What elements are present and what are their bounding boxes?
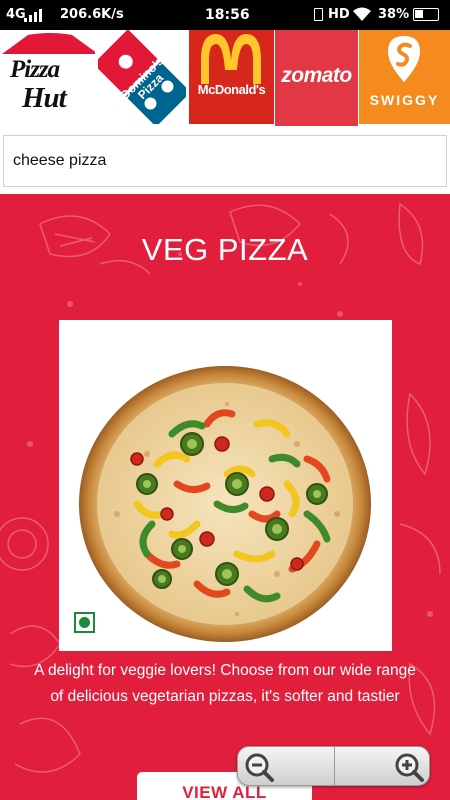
brand-strip: Pizza Hut Domino's Pizza McDonald's zoma… <box>0 30 450 126</box>
zomato-logo[interactable]: zomato <box>275 30 358 126</box>
battery-icon <box>413 8 439 21</box>
hd-indicator: HD <box>328 7 350 22</box>
network-speed: 206.6K/s <box>60 7 124 22</box>
pizza-card[interactable] <box>59 320 392 651</box>
veg-pizza-section: VEG PIZZA A delight for veggie lovers! C… <box>0 194 450 800</box>
mcdonalds-label: McDonald's <box>197 82 266 97</box>
mcdonalds-logo[interactable]: McDonald's <box>189 30 274 124</box>
section-title: VEG PIZZA <box>141 232 309 267</box>
swiggy-label: SWIGGY <box>369 92 440 108</box>
pizza-hut-logo[interactable]: Pizza Hut <box>0 30 95 124</box>
battery-saver-icon <box>314 8 323 21</box>
zomato-label: zomato <box>281 64 352 87</box>
clock: 18:56 <box>205 7 250 23</box>
swiggy-pin-icon <box>388 36 420 82</box>
zoom-in-button[interactable] <box>334 747 430 785</box>
zoom-in-icon <box>395 753 424 782</box>
section-description: A delight for veggie lovers! Choose from… <box>34 662 416 705</box>
pizza-hut-roof-icon <box>2 33 95 54</box>
status-bar: 4G 206.6K/s 18:56 HD 38% <box>0 0 450 30</box>
network-type: 4G <box>6 7 26 22</box>
zoom-controls <box>237 746 430 786</box>
veg-pizza-image <box>79 366 371 642</box>
dominos-logo[interactable]: Domino's Pizza <box>94 30 186 124</box>
zoom-out-button[interactable] <box>238 747 334 785</box>
pizza-hut-line1: Pizza <box>10 56 60 83</box>
wifi-icon <box>353 7 371 21</box>
swiggy-logo[interactable]: SWIGGY <box>359 30 450 124</box>
zoom-out-icon <box>245 753 274 782</box>
signal-icon <box>24 9 46 22</box>
pizza-hut-line2: Hut <box>22 82 67 114</box>
dominos-domino-icon: Domino's Pizza <box>98 30 186 124</box>
search-input[interactable] <box>3 135 447 187</box>
veg-indicator-icon <box>74 612 95 633</box>
battery-percent: 38% <box>378 7 410 22</box>
